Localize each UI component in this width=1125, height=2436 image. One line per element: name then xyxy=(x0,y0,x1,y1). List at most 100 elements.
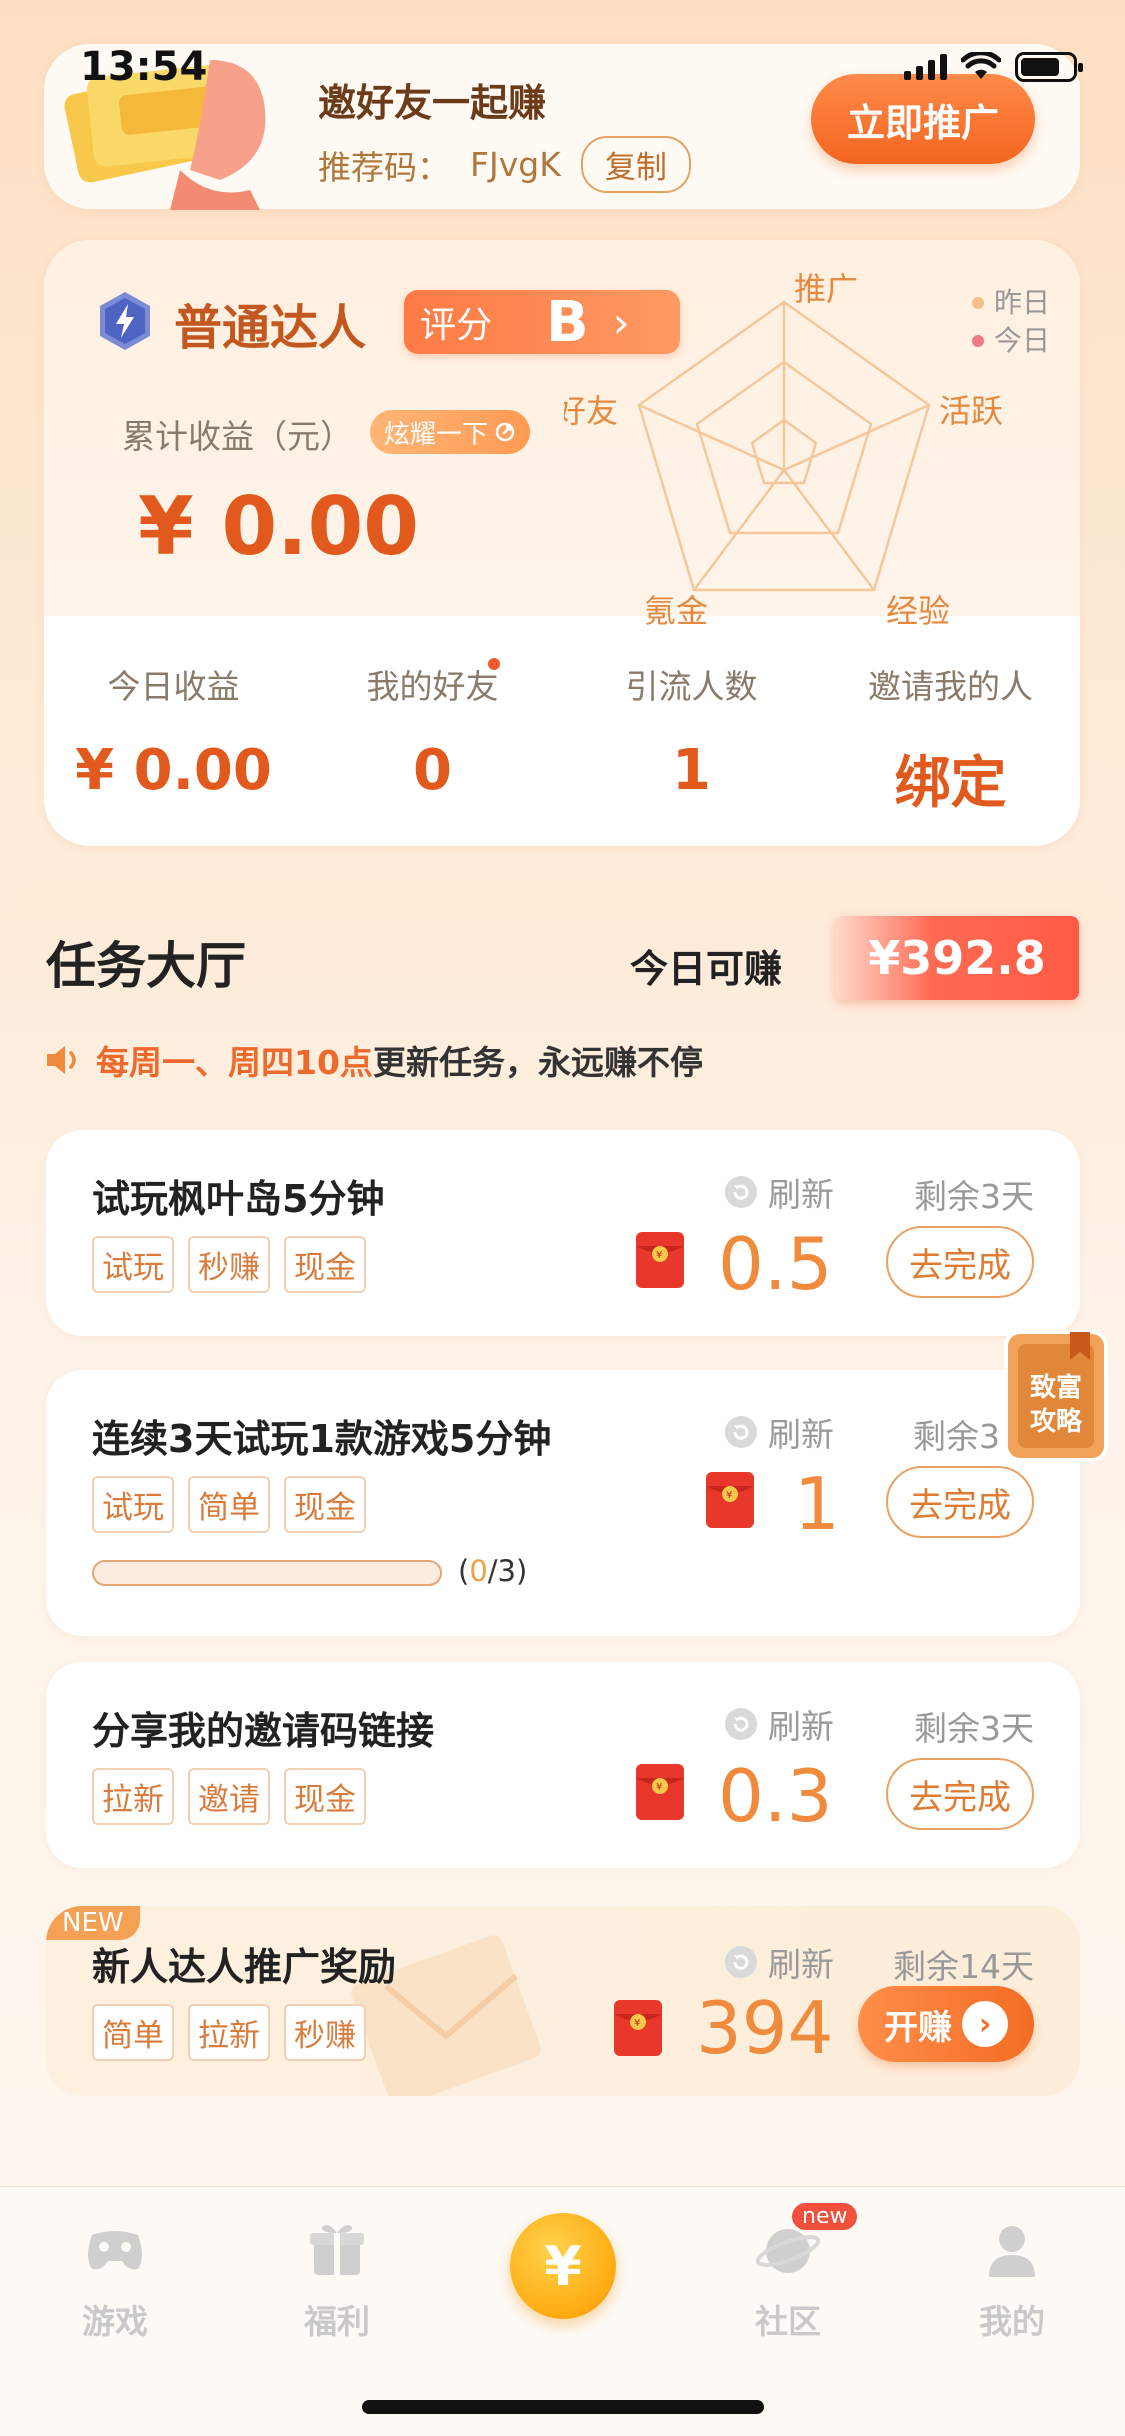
profile-card: 普通达人 评分 B › 累计收益（元） 炫耀一下 ¥ 0.00 推广 活跃 经验… xyxy=(44,240,1080,846)
stat-value: ¥ 0.00 xyxy=(75,738,272,803)
status-time: 13:54 xyxy=(80,44,208,90)
refresh-label: 刷新 xyxy=(768,1175,834,1214)
task-tag: 简单 xyxy=(188,1476,270,1533)
task-tag: 试玩 xyxy=(92,1236,174,1293)
task-name: 试玩枫叶岛5分钟 xyxy=(92,1177,385,1221)
refresh-button[interactable]: 刷新 xyxy=(724,1700,834,1748)
task-tag: 现金 xyxy=(284,1476,366,1533)
task-reward: 394 xyxy=(696,1986,834,2070)
red-packet-icon: ¥ xyxy=(614,2000,662,2056)
stat-referral-count[interactable]: 引流人数 1 xyxy=(562,660,821,819)
nav-label: 游戏 xyxy=(82,2302,148,2341)
start-earning-button[interactable]: 开赚 › xyxy=(858,1986,1034,2062)
complete-task-button[interactable]: 去完成 xyxy=(886,1466,1034,1538)
stat-label: 邀请我的人 xyxy=(868,667,1033,706)
wealth-guide-floating-button[interactable]: 致富 攻略 xyxy=(1000,1326,1112,1466)
refresh-button[interactable]: 刷新 xyxy=(724,1408,834,1456)
copy-button[interactable]: 复制 xyxy=(580,136,691,193)
nav-item-profile[interactable]: 我的 xyxy=(952,2217,1072,2343)
svg-text:致富: 致富 xyxy=(1030,1372,1082,1403)
refresh-label: 刷新 xyxy=(768,1415,834,1454)
nav-item-community[interactable]: new 社区 xyxy=(728,2203,858,2343)
status-icons xyxy=(904,52,1083,82)
stat-label: 我的好友 xyxy=(366,667,499,706)
task-name: 新人达人推广奖励 xyxy=(92,1945,397,1989)
new-badge: NEW xyxy=(46,1906,140,1940)
status-bar: 13:54 xyxy=(0,0,1125,140)
level-name: 普通达人 xyxy=(174,300,367,356)
svg-text:攻略: 攻略 xyxy=(1030,1406,1083,1437)
bottom-navigation: 游戏 福利 ¥ new 社区 我的 xyxy=(0,2186,1125,2436)
task-hall: 任务大厅 今日可赚 ¥392.8 每周一、周四10点 更新任务，永远赚不停 试玩枫… xyxy=(0,876,1125,2196)
total-income-value: ¥ 0.00 xyxy=(138,480,419,573)
svg-text:¥: ¥ xyxy=(656,1250,662,1261)
nav-item-welfare[interactable]: 福利 xyxy=(277,2217,397,2343)
start-earning-label: 开赚 xyxy=(884,2007,952,2048)
speaker-icon xyxy=(47,1046,76,1074)
show-off-label: 炫耀一下 xyxy=(384,419,489,450)
cellular-signal-icon xyxy=(904,54,947,80)
stat-value: 1 xyxy=(672,738,711,803)
home-indicator xyxy=(362,2400,764,2414)
stat-inviter[interactable]: 邀请我的人 绑定 xyxy=(821,660,1080,819)
stat-today-income[interactable]: 今日收益 ¥ 0.00 xyxy=(44,660,303,819)
task-progress-text: (0/3) xyxy=(458,1554,528,1588)
radar-axis-spending: 氪金 xyxy=(644,592,708,630)
task-tag: 秒赚 xyxy=(284,2004,366,2061)
radar-axis-promote: 推广 xyxy=(794,270,858,308)
radar-legend: 昨日 今日 xyxy=(971,284,1050,360)
svg-text:¥: ¥ xyxy=(634,2018,640,2029)
task-tag: 邀请 xyxy=(188,1768,270,1825)
gift-icon xyxy=(310,2225,364,2275)
task-tag: 拉新 xyxy=(188,2004,270,2061)
svg-text:¥: ¥ xyxy=(726,1490,732,1501)
red-packet-icon: ¥ xyxy=(636,1232,684,1288)
today-earnable-value: ¥392.8 xyxy=(868,931,1046,985)
svg-text:¥: ¥ xyxy=(656,1782,662,1793)
nav-label: 我的 xyxy=(979,2302,1045,2341)
task-tag: 简单 xyxy=(92,2004,174,2061)
legend-yesterday: 昨日 xyxy=(971,284,1050,322)
task-tags: 试玩 秒赚 现金 xyxy=(92,1236,366,1293)
refresh-button[interactable]: 刷新 xyxy=(724,1938,834,1986)
nav-earn-center-button[interactable]: ¥ xyxy=(510,2213,616,2319)
nav-item-games[interactable]: 游戏 xyxy=(55,2217,175,2343)
refresh-icon xyxy=(725,1176,757,1208)
legend-today-dot xyxy=(971,335,984,347)
task-name: 分享我的邀请码链接 xyxy=(92,1709,435,1753)
complete-task-button[interactable]: 去完成 xyxy=(886,1758,1034,1830)
stat-my-friends[interactable]: 我的好友 0 xyxy=(303,658,562,819)
bind-inviter-button[interactable]: 绑定 xyxy=(821,738,1080,819)
ability-radar-chart: 推广 活跃 经验 氪金 好友 xyxy=(564,270,1003,630)
task-tags: 简单 拉新 秒赚 xyxy=(92,2004,366,2061)
today-earnable-box: ¥392.8 xyxy=(835,916,1079,1000)
notification-dot xyxy=(488,658,500,670)
task-remaining: 剩余3天 xyxy=(914,1177,1034,1216)
task-tag: 现金 xyxy=(284,1236,366,1293)
task-reward: 1 xyxy=(794,1462,840,1546)
new-user-task-card: NEW 新人达人推广奖励 简单 拉新 秒赚 刷新 剩余14天 ¥ 394 开赚 … xyxy=(46,1906,1080,2096)
task-tag: 拉新 xyxy=(92,1768,174,1825)
red-packet-icon: ¥ xyxy=(636,1764,684,1820)
stats-row: 今日收益 ¥ 0.00 我的好友 0 引流人数 1 邀请我的人 绑定 xyxy=(44,658,1080,819)
nav-label: 福利 xyxy=(304,2302,370,2341)
radar-axis-activity: 活跃 xyxy=(939,392,1003,430)
score-label: 评分 xyxy=(420,305,493,346)
show-off-button[interactable]: 炫耀一下 xyxy=(370,410,531,454)
complete-task-button[interactable]: 去完成 xyxy=(886,1226,1034,1298)
refresh-icon xyxy=(725,1708,757,1740)
battery-icon xyxy=(1015,52,1083,82)
refresh-button[interactable]: 刷新 xyxy=(724,1168,834,1216)
legend-today: 今日 xyxy=(971,322,1050,360)
new-badge: new xyxy=(792,2203,858,2230)
task-tag: 秒赚 xyxy=(188,1236,270,1293)
wifi-icon xyxy=(961,52,1001,79)
task-progress-bar xyxy=(92,1560,442,1586)
radar-axis-friends: 好友 xyxy=(564,392,618,430)
task-remaining: 剩余14天 xyxy=(893,1947,1034,1986)
refresh-icon xyxy=(725,1416,757,1448)
stat-value: 0 xyxy=(413,738,452,803)
task-remaining: 剩余3 xyxy=(913,1417,1000,1456)
task-hall-title: 任务大厅 xyxy=(46,937,246,995)
task-card: 连续3天试玩1款游戏5分钟 试玩 简单 现金 (0/3) 刷新 剩余3 ¥ 1 … xyxy=(46,1370,1080,1636)
